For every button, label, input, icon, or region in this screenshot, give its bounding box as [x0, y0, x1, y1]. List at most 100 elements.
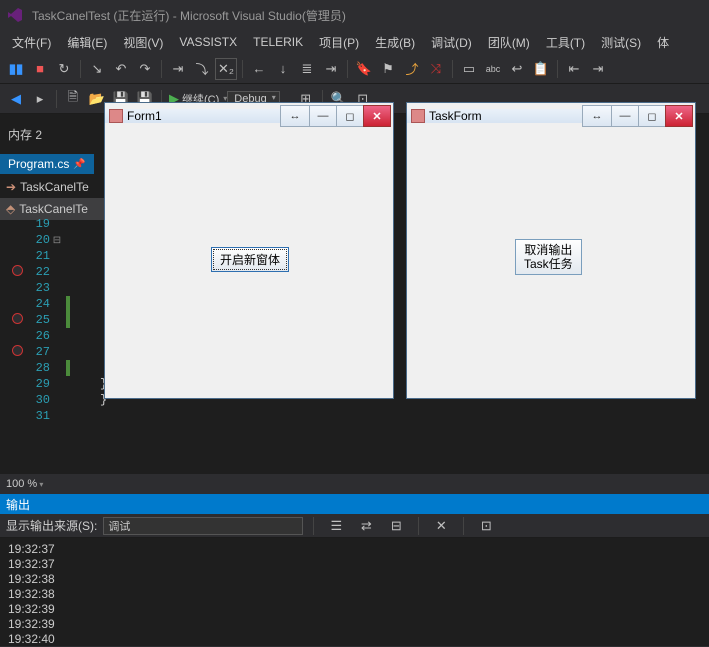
list-icon[interactable]: ≣	[296, 58, 318, 80]
output-line: 19:32:37	[8, 542, 701, 557]
step-out-icon[interactable]: ⤴	[401, 58, 423, 80]
minimize-button[interactable]: —	[309, 105, 337, 127]
output-wrap-icon[interactable]: ⊟	[385, 515, 407, 537]
form1-titlebar[interactable]: Form1 ↔ — ◻ ✕	[105, 103, 393, 129]
output-line: 19:32:39	[8, 602, 701, 617]
gutter-line[interactable]: 27	[10, 344, 107, 360]
debug-move-handle[interactable]: ↔	[280, 105, 310, 127]
comment-icon[interactable]: ▭	[458, 58, 480, 80]
nav-back-button[interactable]: ◀	[5, 88, 27, 110]
menu-vassistx[interactable]: VASSISTX	[171, 32, 245, 52]
gutter-line[interactable]: 24	[10, 296, 107, 312]
cancel-task-button[interactable]: 取消输出 Task任务	[515, 239, 582, 275]
debug-move-handle[interactable]: ↔	[582, 105, 612, 127]
breakpoint-icon[interactable]	[12, 345, 23, 356]
output-toggle-icon[interactable]: ⇄	[355, 515, 377, 537]
form-icon	[411, 109, 425, 123]
indent2-icon[interactable]: ⇥	[587, 58, 609, 80]
nav-fwd-button[interactable]: ▸	[29, 88, 51, 110]
output-panel-header[interactable]: 输出	[0, 494, 709, 514]
maximize-button[interactable]: ◻	[638, 105, 666, 127]
step-button[interactable]: ⇥	[167, 58, 189, 80]
menu-telerik[interactable]: TELERIK	[245, 32, 311, 52]
output-clear-icon[interactable]: ☰	[325, 515, 347, 537]
indent-icon[interactable]: ⇥	[320, 58, 342, 80]
output-text[interactable]: 19:32:3719:32:3719:32:3819:32:3819:32:39…	[0, 538, 709, 646]
undo-icon[interactable]: ↶	[110, 58, 132, 80]
breakpoint-icon[interactable]	[12, 265, 23, 276]
file-tab-label: Program.cs	[8, 157, 69, 171]
menu-edit[interactable]: 编辑(E)	[59, 31, 115, 54]
restart-button[interactable]: ↻	[53, 58, 75, 80]
hex-toggle[interactable]: ✕₂	[215, 58, 237, 80]
editor-status-bar: 100 %	[0, 474, 709, 494]
separator	[161, 60, 162, 78]
menu-build[interactable]: 生成(B)	[367, 31, 423, 54]
form1-window[interactable]: Form1 ↔ — ◻ ✕ 开启新窗体	[104, 102, 394, 399]
output-lock-icon[interactable]: ⊡	[475, 515, 497, 537]
menu-view[interactable]: 视图(V)	[115, 31, 171, 54]
gutter-line[interactable]: 26	[10, 328, 107, 344]
code-text: }	[70, 377, 107, 391]
file-tab-active[interactable]: Program.cs 📌	[0, 154, 94, 174]
gutter-line[interactable]: 31	[10, 408, 107, 424]
clipboard-icon[interactable]: 📋	[530, 58, 552, 80]
breakpoint-icon[interactable]	[12, 313, 23, 324]
gutter-line[interactable]: 22	[10, 264, 107, 280]
menu-tools[interactable]: 工具(T)	[538, 31, 593, 54]
menu-project[interactable]: 项目(P)	[311, 31, 367, 54]
output-source-select[interactable]: 调试	[103, 517, 303, 535]
close-button[interactable]: ✕	[363, 105, 391, 127]
pin-icon[interactable]: 📌	[73, 159, 85, 170]
form1-client-area: 开启新窗体	[105, 129, 393, 398]
taskform-titlebar[interactable]: TaskForm ↔ — ◻ ✕	[407, 103, 695, 129]
gutter-line[interactable]: 19	[10, 216, 107, 232]
branch-icon[interactable]: ⤨	[425, 58, 447, 80]
maximize-button[interactable]: ◻	[336, 105, 364, 127]
window-title: TaskCanelTest (正在运行) - Microsoft Visual …	[32, 7, 346, 24]
line-number: 24	[24, 297, 50, 311]
arrow-down-icon[interactable]: ↓	[272, 58, 294, 80]
minimize-button[interactable]: —	[611, 105, 639, 127]
line-number: 22	[24, 265, 50, 279]
memory-tab[interactable]: 内存 2	[8, 126, 42, 143]
wrap-icon[interactable]: ↩	[506, 58, 528, 80]
step-into-icon[interactable]: ↘	[86, 58, 108, 80]
line-number: 21	[24, 249, 50, 263]
arrow-left-icon[interactable]: ←	[248, 58, 270, 80]
menu-test[interactable]: 测试(S)	[593, 31, 649, 54]
output-clear2-icon[interactable]: ✕	[430, 515, 452, 537]
redo-icon[interactable]: ↷	[134, 58, 156, 80]
menu-team[interactable]: 团队(M)	[480, 31, 538, 54]
va-icon: ⬘	[6, 202, 15, 216]
menu-more[interactable]: 体	[649, 31, 677, 54]
menu-file[interactable]: 文件(F)	[4, 31, 59, 54]
line-number: 31	[24, 409, 50, 423]
gutter-line[interactable]: 29 }	[10, 376, 107, 392]
zoom-dropdown[interactable]: 100 %	[6, 478, 43, 490]
outdent-icon[interactable]: ⇤	[563, 58, 585, 80]
new-file-icon[interactable]: 🗎	[62, 88, 84, 110]
pause-button[interactable]: ▮▮	[5, 58, 27, 80]
taskform-window[interactable]: TaskForm ↔ — ◻ ✕ 取消输出 Task任务	[406, 102, 696, 399]
step-over-button[interactable]: ⤵	[191, 58, 213, 80]
fold-toggle-icon[interactable]: ⊟	[50, 235, 64, 246]
open-new-form-button[interactable]: 开启新窗体	[211, 247, 289, 272]
menu-debug[interactable]: 调试(D)	[423, 31, 480, 54]
taskform-title: TaskForm	[429, 109, 482, 123]
gutter-line[interactable]: 23	[10, 280, 107, 296]
gutter-line[interactable]: 21	[10, 248, 107, 264]
bookmark-icon[interactable]: 🔖	[353, 58, 375, 80]
separator	[242, 60, 243, 78]
stop-button[interactable]: ■	[29, 58, 51, 80]
cancel-task-line2: Task任务	[524, 257, 573, 271]
gutter-line[interactable]: 28	[10, 360, 107, 376]
nav-item-1[interactable]: ➔ TaskCanelTe	[0, 176, 110, 198]
gutter-line[interactable]: 25	[10, 312, 107, 328]
gutter-line[interactable]: 20⊟	[10, 232, 107, 248]
gutter-line[interactable]: 30 }	[10, 392, 107, 408]
flag-icon[interactable]: ⚑	[377, 58, 399, 80]
close-button[interactable]: ✕	[665, 105, 693, 127]
main-menu-bar: 文件(F) 编辑(E) 视图(V) VASSISTX TELERIK 项目(P)…	[0, 30, 709, 54]
abc-icon[interactable]: abc	[482, 58, 504, 80]
